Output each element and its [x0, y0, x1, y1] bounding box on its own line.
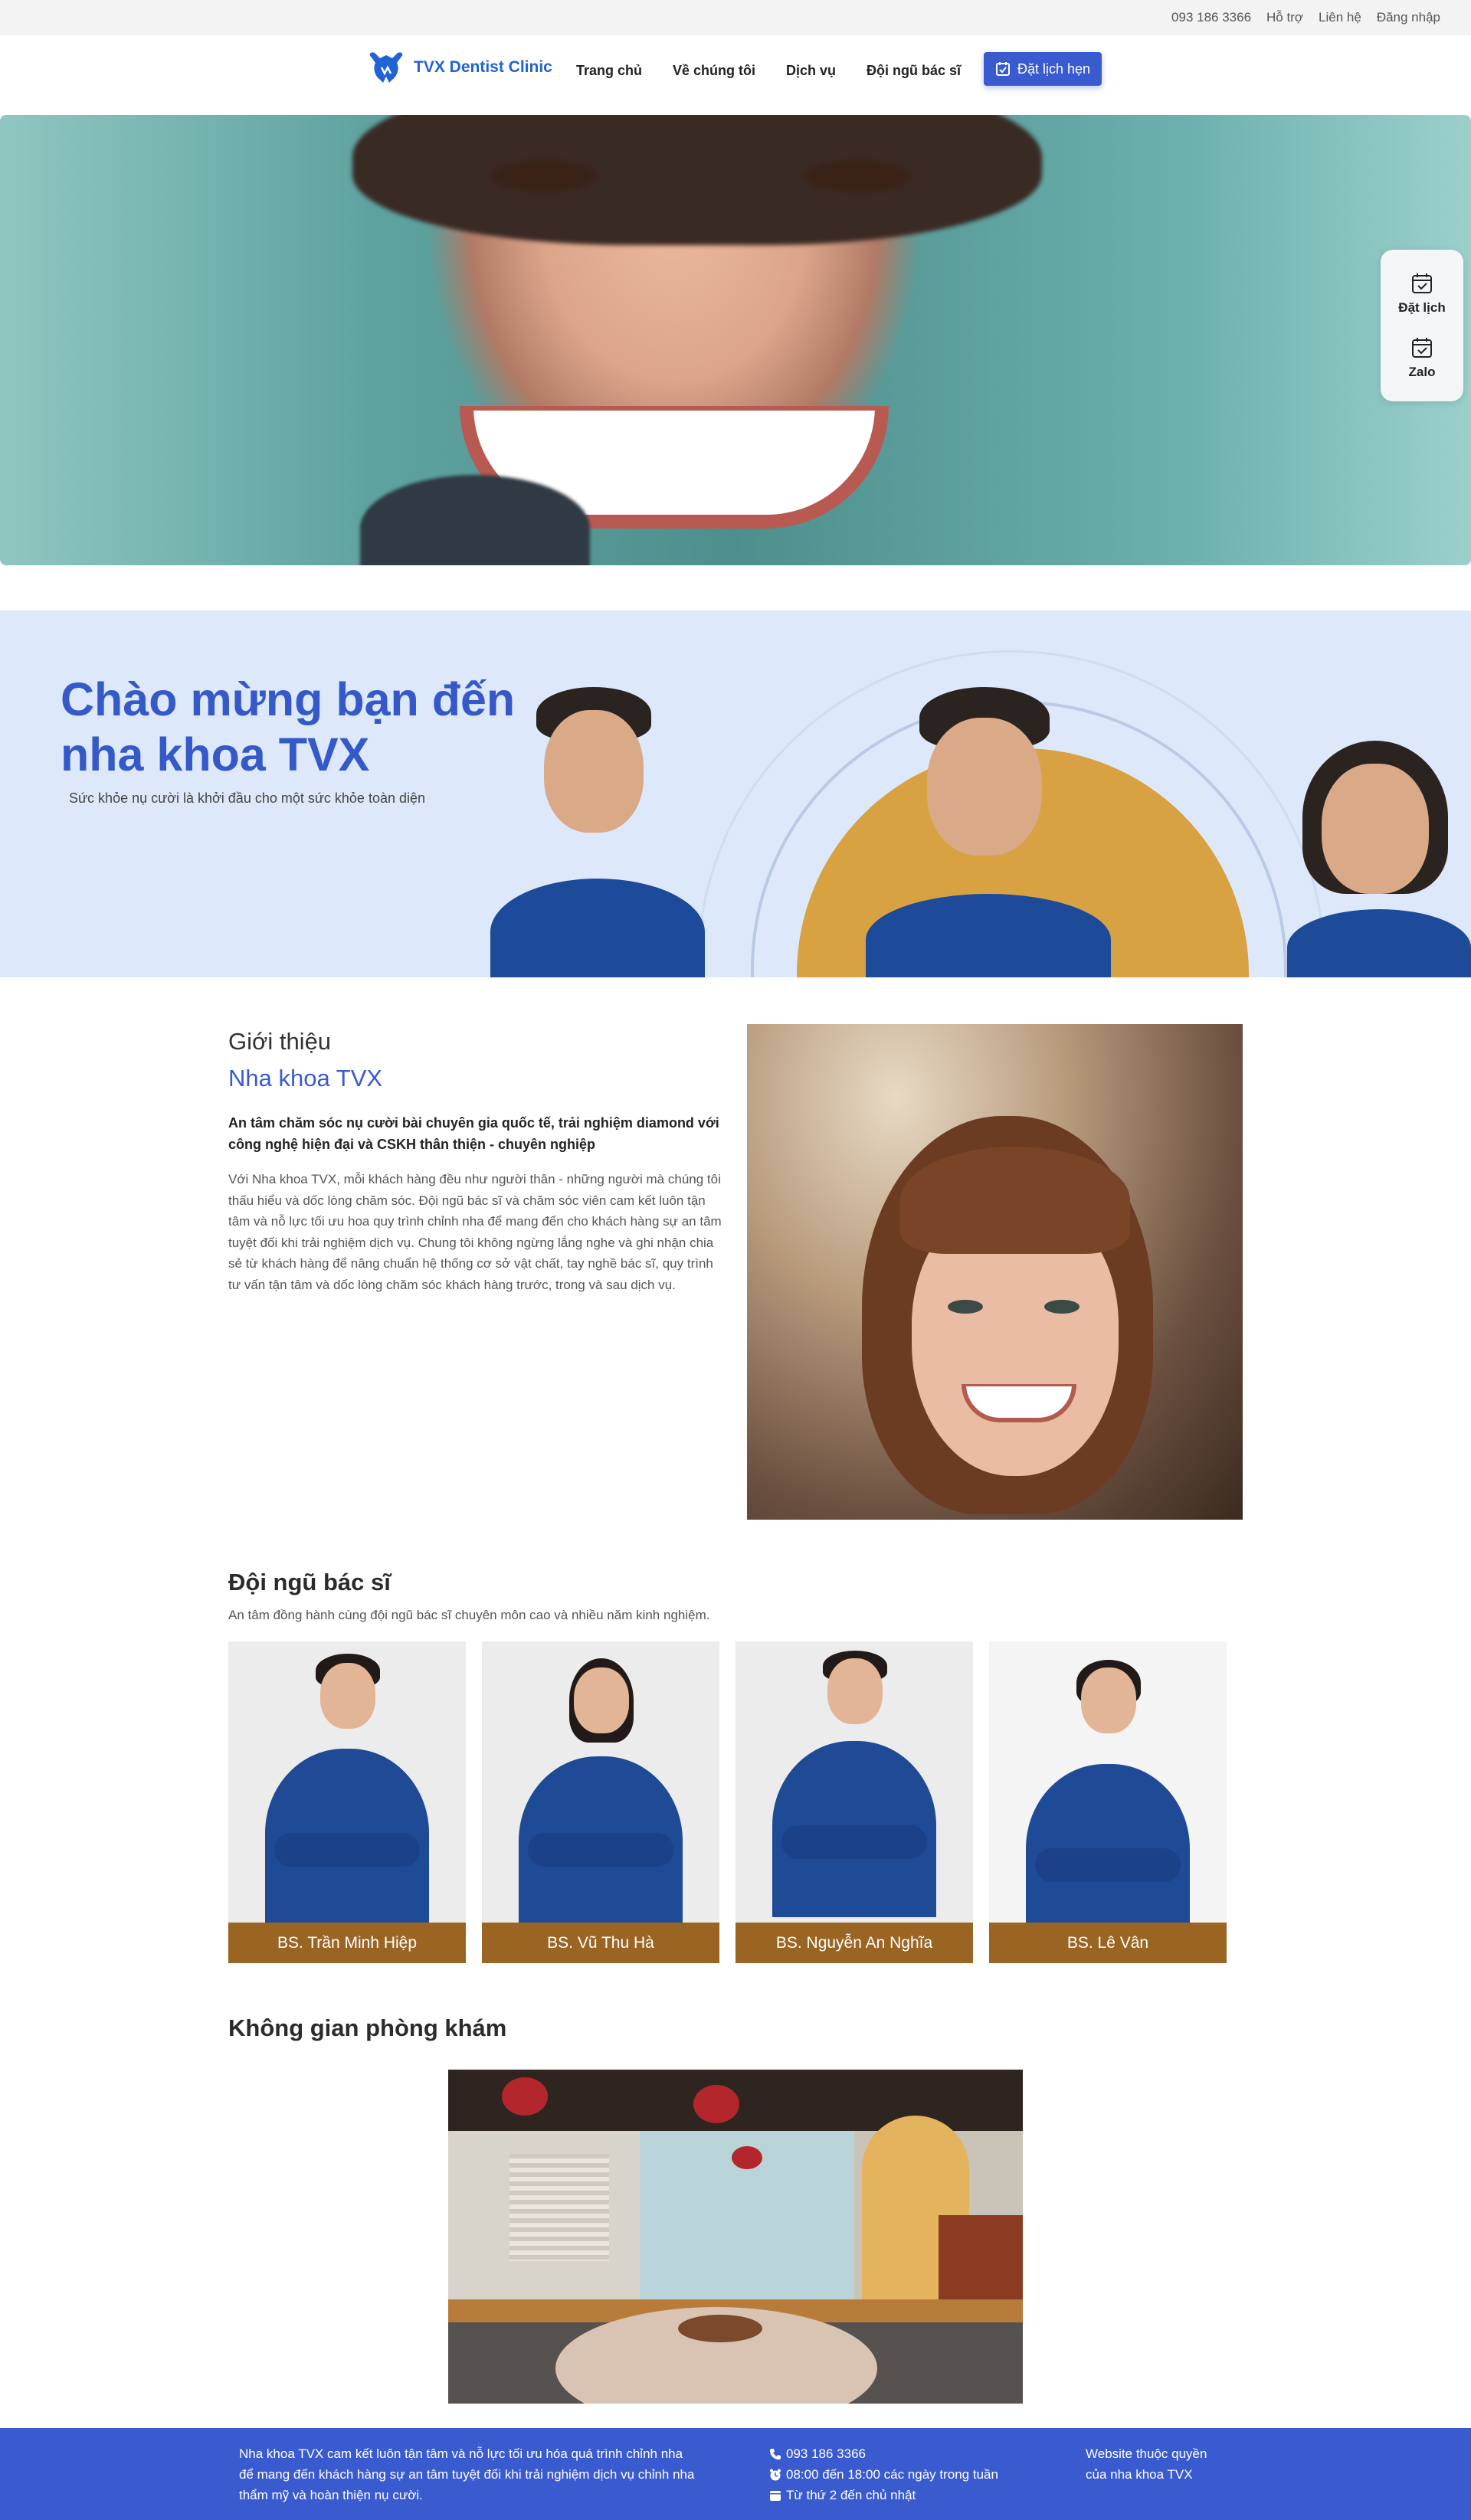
floating-contact-widget: Đặt lịch Zalo: [1381, 250, 1463, 401]
welcome-title-line1: Chào mừng bạn đến: [61, 673, 516, 725]
login-link[interactable]: Đăng nhập: [1377, 10, 1440, 25]
doctor-name: BS. Lê Vân: [989, 1923, 1227, 1963]
hero-photo-eye-left: [490, 161, 598, 191]
doctor-name: BS. Vũ Thu Hà: [482, 1923, 719, 1963]
welcome-banner: Chào mừng bạn đến nha khoa TVX Sức khỏe …: [0, 610, 1471, 977]
hero-banner-image: [0, 115, 1471, 565]
utility-links: 093 186 3366 Hỗ trợ Liên hệ Đăng nhập: [1171, 10, 1440, 25]
intro-smiling-woman-photo: [747, 1024, 1243, 1520]
calendar-check-icon: [995, 62, 1010, 76]
doctor-card[interactable]: BS. Nguyễn An Nghĩa: [736, 1641, 973, 1963]
intro-lead-text: An tâm chăm sóc nụ cười bài chuyên gia q…: [228, 1115, 719, 1152]
footer-owner-line: Website thuộc quyền: [1086, 2446, 1207, 2461]
footer-ownership: Website thuộc quyền của nha khoa TVX: [1086, 2443, 1239, 2485]
calendar-check-icon: [1412, 338, 1432, 358]
hero-photo-eye-right: [804, 161, 912, 191]
footer-days: Từ thứ 2 đến chủ nhật: [786, 2488, 916, 2502]
footer-days-row: Từ thứ 2 đến chủ nhật: [769, 2485, 1060, 2505]
welcome-subtitle: Sức khỏe nụ cười là khởi đầu cho một sức…: [69, 790, 426, 806]
footer-about-line: để mang đến khách hàng sự an tâm tuyệt đ…: [239, 2467, 695, 2482]
welcome-title: Chào mừng bạn đến nha khoa TVX: [61, 672, 551, 782]
footer-phone: 093 186 3366: [786, 2446, 866, 2461]
clock-icon: [770, 2469, 781, 2480]
book-appointment-button[interactable]: Đặt lịch hẹn: [984, 52, 1102, 86]
doctor-name: BS. Nguyễn An Nghĩa: [736, 1923, 973, 1963]
footer-owner-line: của nha khoa TVX: [1086, 2467, 1193, 2482]
calendar-icon: [770, 2490, 781, 2501]
nav-item-home[interactable]: Trang chủ: [576, 63, 642, 79]
intro-label: Giới thiệu: [228, 1028, 332, 1055]
footer-contact: 093 186 3366 08:00 đến 18:00 các ngày tr…: [769, 2443, 1060, 2505]
brand-name: TVX Dentist Clinic: [414, 58, 552, 76]
doctor-card[interactable]: BS. Lê Vân: [989, 1641, 1227, 1963]
footer-about: Nha khoa TVX cam kết luôn tận tâm và nỗ …: [239, 2443, 729, 2505]
hero-photo-hair: [352, 115, 1042, 245]
floating-book-button[interactable]: Đặt lịch: [1381, 271, 1463, 316]
site-footer: Nha khoa TVX cam kết luôn tận tâm và nỗ …: [0, 2428, 1471, 2520]
contact-link[interactable]: Liên hệ: [1319, 10, 1361, 25]
nav-item-doctors[interactable]: Đội ngũ bác sĩ: [867, 63, 961, 79]
nav-menu: Trang chủ Về chúng tôi Dịch vụ Đội ngũ b…: [576, 63, 961, 79]
footer-hours: 08:00 đến 18:00 các ngày trong tuần: [786, 2467, 998, 2482]
footer-about-line: Nha khoa TVX cam kết luôn tận tâm và nỗ …: [239, 2446, 683, 2461]
floating-book-label: Đặt lịch: [1398, 300, 1446, 315]
phone-icon: [770, 2448, 781, 2459]
floating-zalo-label: Zalo: [1408, 365, 1436, 379]
calendar-check-icon: [1412, 273, 1432, 293]
footer-hours-row: 08:00 đến 18:00 các ngày trong tuần: [769, 2464, 1060, 2485]
footer-phone-row[interactable]: 093 186 3366: [769, 2443, 1060, 2464]
book-appointment-label: Đặt lịch hẹn: [1017, 61, 1091, 77]
clinic-section-title: Không gian phòng khám: [228, 2014, 507, 2041]
floating-zalo-button[interactable]: Zalo: [1381, 335, 1463, 380]
clinic-interior-photo: [448, 2070, 1023, 2404]
doctor-card[interactable]: BS. Trần Minh Hiệp: [228, 1641, 466, 1963]
doctors-section-title: Đội ngũ bác sĩ: [228, 1569, 391, 1595]
tooth-logo-icon: [369, 52, 403, 83]
nav-item-about[interactable]: Về chúng tôi: [673, 63, 755, 79]
intro-clinic-name: Nha khoa TVX: [228, 1065, 383, 1091]
footer-about-line: thẩm mỹ và hoàn thiện nụ cười.: [239, 2488, 423, 2502]
intro-body-text: Với Nha khoa TVX, mỗi khách hàng đều như…: [228, 1172, 722, 1292]
top-utility-bar: 093 186 3366 Hỗ trợ Liên hệ Đăng nhập: [0, 0, 1471, 35]
nav-item-services[interactable]: Dịch vụ: [786, 63, 836, 79]
doctor-card[interactable]: BS. Vũ Thu Hà: [482, 1641, 719, 1963]
phone-link[interactable]: 093 186 3366: [1171, 10, 1251, 25]
main-navbar: TVX Dentist Clinic Trang chủ Về chúng tô…: [0, 35, 1471, 115]
welcome-title-line2: nha khoa TVX: [61, 728, 370, 781]
doctors-section-subtitle: An tâm đồng hành cùng đội ngũ bác sĩ chu…: [228, 1608, 710, 1622]
support-link[interactable]: Hỗ trợ: [1266, 10, 1303, 25]
doctor-name: BS. Trần Minh Hiệp: [228, 1923, 466, 1963]
brand-logo-link[interactable]: TVX Dentist Clinic: [366, 51, 552, 84]
